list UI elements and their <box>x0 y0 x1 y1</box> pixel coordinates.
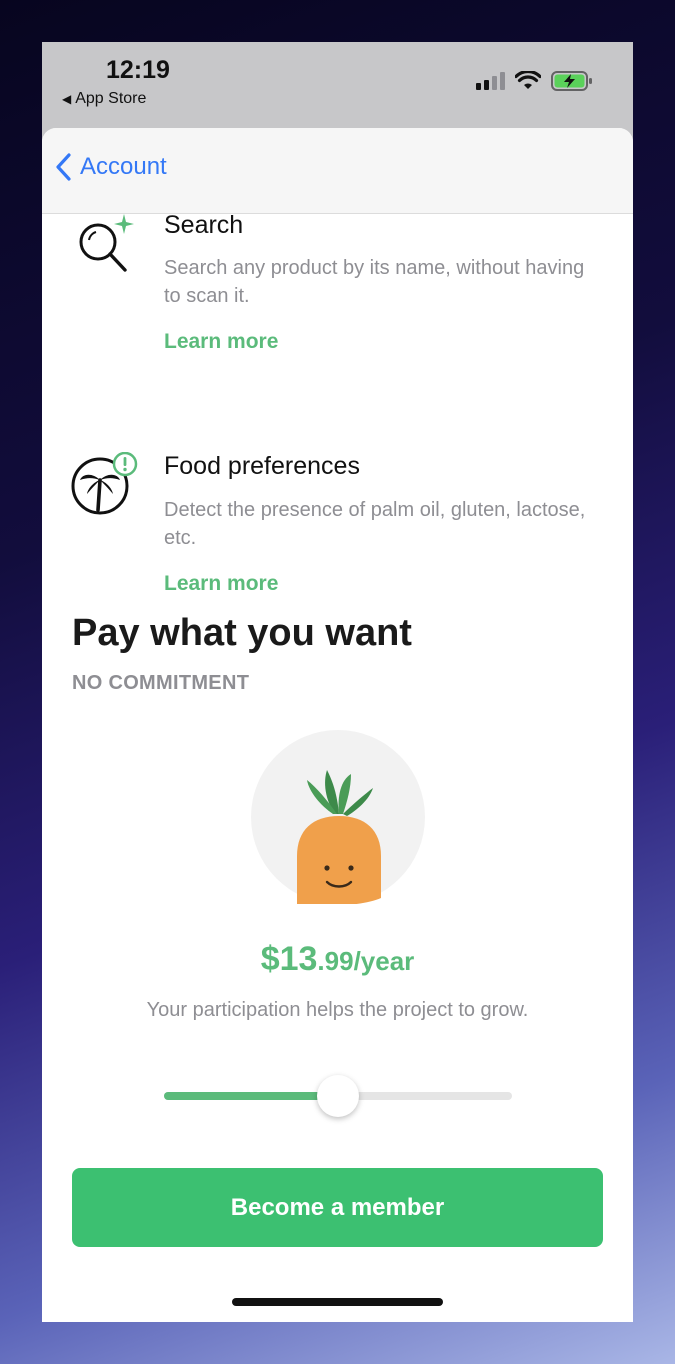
feature-description: Search any product by its name, without … <box>164 257 585 307</box>
status-icons <box>476 70 593 92</box>
account-back-button[interactable]: Account <box>54 152 167 182</box>
status-bar: 12:19 ◀ App Store <box>42 42 633 128</box>
back-to-app-link[interactable]: ◀ App Store <box>62 90 146 108</box>
account-back-label: Account <box>80 153 167 180</box>
battery-charging-icon <box>551 71 592 91</box>
pricing-subtitle: NO COMMITMENT <box>72 672 250 694</box>
slider-thumb[interactable] <box>317 1075 359 1117</box>
price-period: .99/year <box>317 946 415 976</box>
status-time: 12:19 <box>106 56 170 84</box>
price-main: $13 <box>260 940 318 978</box>
feature-food-preferences: Food preferences Detect the presence of … <box>42 414 633 595</box>
price-label: $13.99/year <box>42 940 633 979</box>
chevron-left-icon <box>56 153 71 181</box>
phone-screen: 12:19 ◀ App Store Account Search Search … <box>42 42 633 1322</box>
feature-description: Detect the presence of palm oil, gluten,… <box>164 499 586 549</box>
mascot-avatar <box>251 730 425 904</box>
feature-search: Search Search any product by its name, w… <box>42 211 633 374</box>
back-triangle-icon: ◀ <box>62 92 72 106</box>
search-sparkle-icon <box>79 214 134 272</box>
palm-tree-alert-icon <box>71 452 138 515</box>
pineapple-mascot-icon <box>297 770 381 904</box>
pricing-tagline: Your participation helps the project to … <box>146 999 529 1021</box>
modal-sheet: Account Search Search any product by its… <box>42 128 633 1322</box>
become-member-button[interactable]: Become a member <box>72 1168 603 1247</box>
feature-title: Search <box>164 211 244 239</box>
back-app-label: App Store <box>75 90 147 107</box>
wifi-icon <box>515 71 541 89</box>
navigation-bar: Account <box>42 128 633 214</box>
learn-more-link[interactable]: Learn more <box>164 572 278 596</box>
learn-more-link[interactable]: Learn more <box>164 330 278 354</box>
pricing-title: Pay what you want <box>72 612 412 654</box>
price-slider[interactable] <box>164 1075 512 1117</box>
cellular-signal-icon <box>476 72 505 90</box>
home-indicator <box>232 1298 443 1306</box>
feature-title: Food preferences <box>164 452 360 480</box>
slider-fill <box>164 1092 338 1100</box>
